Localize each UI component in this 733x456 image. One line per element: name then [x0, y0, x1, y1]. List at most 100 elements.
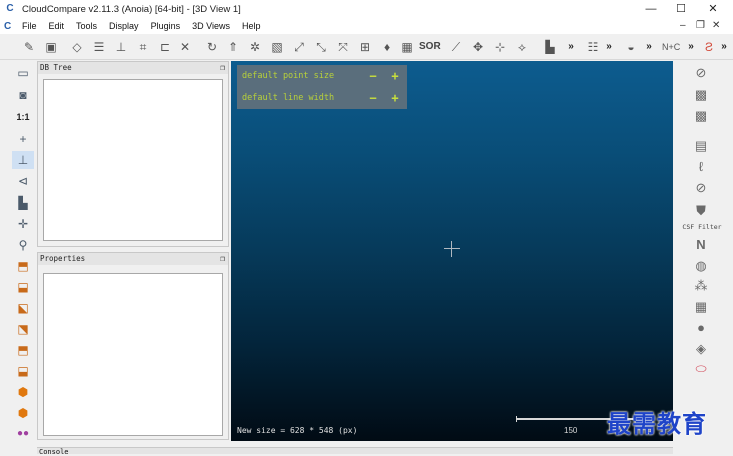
view-front-icon[interactable]: ⬓	[12, 278, 34, 296]
view-bottom-icon[interactable]: ⬓	[12, 362, 34, 380]
knn-icon[interactable]: ◒	[622, 38, 640, 56]
cloudcompare-app-icon: C	[6, 3, 14, 14]
plugins-toolbar: ⊘ ▩ ▩ ▤ ℓ ⊘ ⛊ CSF Filter Ν ◍ ⁂ ▦ ● ◈ ⬭	[675, 62, 733, 454]
screenshot-icon[interactable]: ▭	[12, 64, 34, 82]
thermometer-icon[interactable]: ℓ	[689, 158, 713, 176]
iso-view-2-icon[interactable]: ⬢	[12, 404, 34, 422]
menu-help[interactable]: Help	[236, 18, 267, 34]
menu-3d-views[interactable]: 3D Views	[186, 18, 236, 34]
connected-components-icon[interactable]: ⊞	[356, 38, 374, 56]
zoom-1-to-1-button[interactable]: 1:1	[12, 108, 34, 126]
view-left-icon[interactable]: ⬕	[12, 299, 34, 317]
pivot-icon[interactable]: ⊥	[12, 151, 34, 169]
properties-panel: Properties ❐	[37, 252, 229, 440]
view-toolbar: ▭ ◙ 1:1 + ⊥ ⊲ ▙ ✛ ⚲ ⬒ ⬓ ⬕ ⬔ ⬒ ⬓ ⬢ ⬢ ●●	[12, 62, 36, 454]
plugin-c-icon[interactable]: ▤	[689, 137, 713, 155]
toolbar-more-2[interactable]: »	[604, 38, 614, 56]
point-size-plus-button[interactable]: +	[389, 65, 401, 87]
register-icon[interactable]: ⤧	[334, 38, 352, 56]
sample-points-icon[interactable]: ↻	[203, 38, 221, 56]
menu-tools[interactable]: Tools	[70, 18, 103, 34]
ellipse-icon[interactable]: ⬭	[689, 360, 713, 378]
normals-icon[interactable]: ⇑	[224, 38, 242, 56]
properties-title: Properties	[40, 254, 86, 263]
toolbar-more-1[interactable]: »	[566, 38, 576, 56]
mesh-icon[interactable]: ▧	[268, 38, 286, 56]
octree-icon[interactable]: ✲	[246, 38, 264, 56]
n-plus-c-icon[interactable]: N+C	[662, 38, 680, 56]
menu-bar: C File Edit Tools Display Plugins 3D Vie…	[0, 18, 733, 34]
plugin-s-icon[interactable]: Ƨ	[700, 38, 718, 56]
histogram-icon[interactable]: ▙	[541, 38, 559, 56]
add-point-icon[interactable]: +	[12, 130, 34, 148]
merge-icon[interactable]: ⊏	[156, 38, 174, 56]
watermark-logo: 最需教育	[607, 409, 707, 438]
csf-filter-label[interactable]: CSF Filter	[673, 222, 731, 232]
view-back-icon[interactable]: ⬔	[12, 320, 34, 338]
point-size-hot-zone: default point size − +	[237, 65, 407, 87]
properties-icon[interactable]: ☰	[90, 38, 108, 56]
view-right-icon[interactable]: ⬒	[12, 341, 34, 359]
plugin-h-icon[interactable]: ◈	[689, 340, 713, 358]
db-tree-header: DB Tree ❐	[38, 62, 228, 74]
center-icon[interactable]: ✛	[12, 215, 34, 233]
view-top-icon[interactable]: ⬒	[12, 257, 34, 275]
plugin-d-icon[interactable]: ◍	[689, 257, 713, 275]
cross-section-icon[interactable]: ✥	[469, 38, 487, 56]
close-button[interactable]: ✕	[698, 0, 728, 18]
north-icon[interactable]: Ν	[689, 236, 713, 254]
menu-display[interactable]: Display	[103, 18, 145, 34]
3d-view[interactable]: default point size − + default line widt…	[231, 61, 673, 441]
scalar-field-icon[interactable]: ☷	[584, 38, 602, 56]
plugin-f-icon[interactable]: ▦	[689, 298, 713, 316]
checker-icon[interactable]: ▦	[398, 38, 416, 56]
plugin-b-icon[interactable]: ▩	[689, 107, 713, 125]
db-tree-view[interactable]	[43, 79, 223, 241]
camera-icon[interactable]: ◙	[12, 86, 34, 104]
compass-icon[interactable]: ⊘	[689, 179, 713, 197]
mdi-restore-button[interactable]: ❐	[696, 18, 705, 34]
distance-cloud-icon[interactable]: ⤢	[290, 38, 308, 56]
plugin-g-icon[interactable]: ●	[689, 319, 713, 337]
segment-icon[interactable]: ⌗	[134, 38, 152, 56]
toolbar-more-3[interactable]: »	[644, 38, 654, 56]
plugin-e-icon[interactable]: ⁂	[689, 277, 713, 295]
mdi-close-button[interactable]: ✕	[712, 18, 720, 34]
minimize-button[interactable]: —	[636, 0, 666, 18]
db-tree-float-button[interactable]: ❐	[220, 62, 225, 74]
properties-float-button[interactable]: ❐	[220, 253, 225, 265]
mdi-minimize-button[interactable]: –	[680, 18, 686, 34]
clone-icon[interactable]: ◇	[68, 38, 86, 56]
menu-file[interactable]: File	[16, 18, 43, 34]
csf-icon[interactable]: ⛊	[689, 202, 713, 220]
rotate-icon[interactable]: ⊲	[12, 172, 34, 190]
stereo-icon[interactable]: ●●	[12, 425, 34, 443]
color-scale-icon[interactable]: ♦	[378, 38, 396, 56]
toolbar-more-5[interactable]: »	[719, 38, 729, 56]
edit-pointer-icon[interactable]: ⟋	[447, 38, 465, 56]
zoom-icon[interactable]: ⚲	[12, 236, 34, 254]
distance-mesh-icon[interactable]: ⤡	[312, 38, 330, 56]
maximize-button[interactable]: ☐	[666, 0, 696, 18]
menu-edit[interactable]: Edit	[43, 18, 71, 34]
properties-header: Properties ❐	[38, 253, 228, 265]
open-icon[interactable]: ✎	[20, 38, 38, 56]
save-icon[interactable]: ▣	[42, 38, 60, 56]
translate-icon[interactable]: ⊥	[112, 38, 130, 56]
delete-icon[interactable]: ✕	[176, 38, 194, 56]
toolbar-more-4[interactable]: »	[686, 38, 696, 56]
no-entry-icon[interactable]: ⊘	[689, 64, 713, 82]
iso-view-1-icon[interactable]: ⬢	[12, 383, 34, 401]
sor-filter-button[interactable]: SOR	[419, 38, 441, 56]
menu-plugins[interactable]: Plugins	[145, 18, 187, 34]
window-title: CloudCompare v2.11.3 (Anoia) [64-bit] - …	[22, 3, 241, 15]
point-picking-icon[interactable]: ⊹	[491, 38, 509, 56]
trace-polyline-icon[interactable]: ⟡	[513, 38, 531, 56]
properties-view[interactable]	[43, 273, 223, 436]
point-size-minus-button[interactable]: −	[367, 65, 379, 87]
line-width-plus-button[interactable]: +	[389, 87, 401, 109]
line-width-minus-button[interactable]: −	[367, 87, 379, 109]
perspective-icon[interactable]: ▙	[12, 194, 34, 212]
plugin-a-icon[interactable]: ▩	[689, 86, 713, 104]
cloudcompare-menu-icon: C	[4, 20, 12, 32]
